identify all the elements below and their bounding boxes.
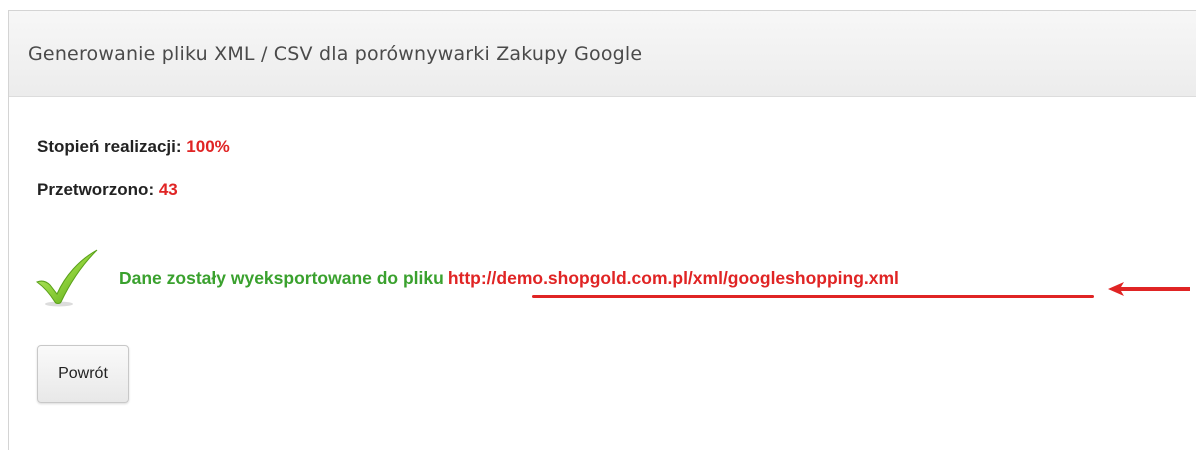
progress-stat: Stopień realizacji: 100%: [37, 137, 230, 157]
panel-header: Generowanie pliku XML / CSV dla porównyw…: [9, 11, 1196, 97]
export-panel: Generowanie pliku XML / CSV dla porównyw…: [8, 10, 1196, 450]
processed-stat: Przetworzono: 43: [37, 180, 178, 200]
export-file-link[interactable]: http://demo.shopgold.com.pl/xml/googlesh…: [448, 268, 899, 288]
export-message-text: Dane zostały wyeksportowane do pliku: [119, 268, 444, 288]
back-button[interactable]: Powrót: [37, 345, 129, 403]
arrow-left-icon: [1108, 282, 1190, 296]
progress-value: 100%: [186, 137, 230, 156]
panel-title: Generowanie pliku XML / CSV dla porównyw…: [28, 42, 643, 65]
annotation-underline: [532, 295, 1094, 298]
checkmark-icon: [35, 249, 98, 307]
export-message: Dane zostały wyeksportowane do pliku http…: [119, 268, 899, 289]
processed-value: 43: [158, 180, 178, 199]
processed-label: Przetworzono:: [37, 180, 155, 199]
progress-label: Stopień realizacji:: [37, 137, 182, 156]
